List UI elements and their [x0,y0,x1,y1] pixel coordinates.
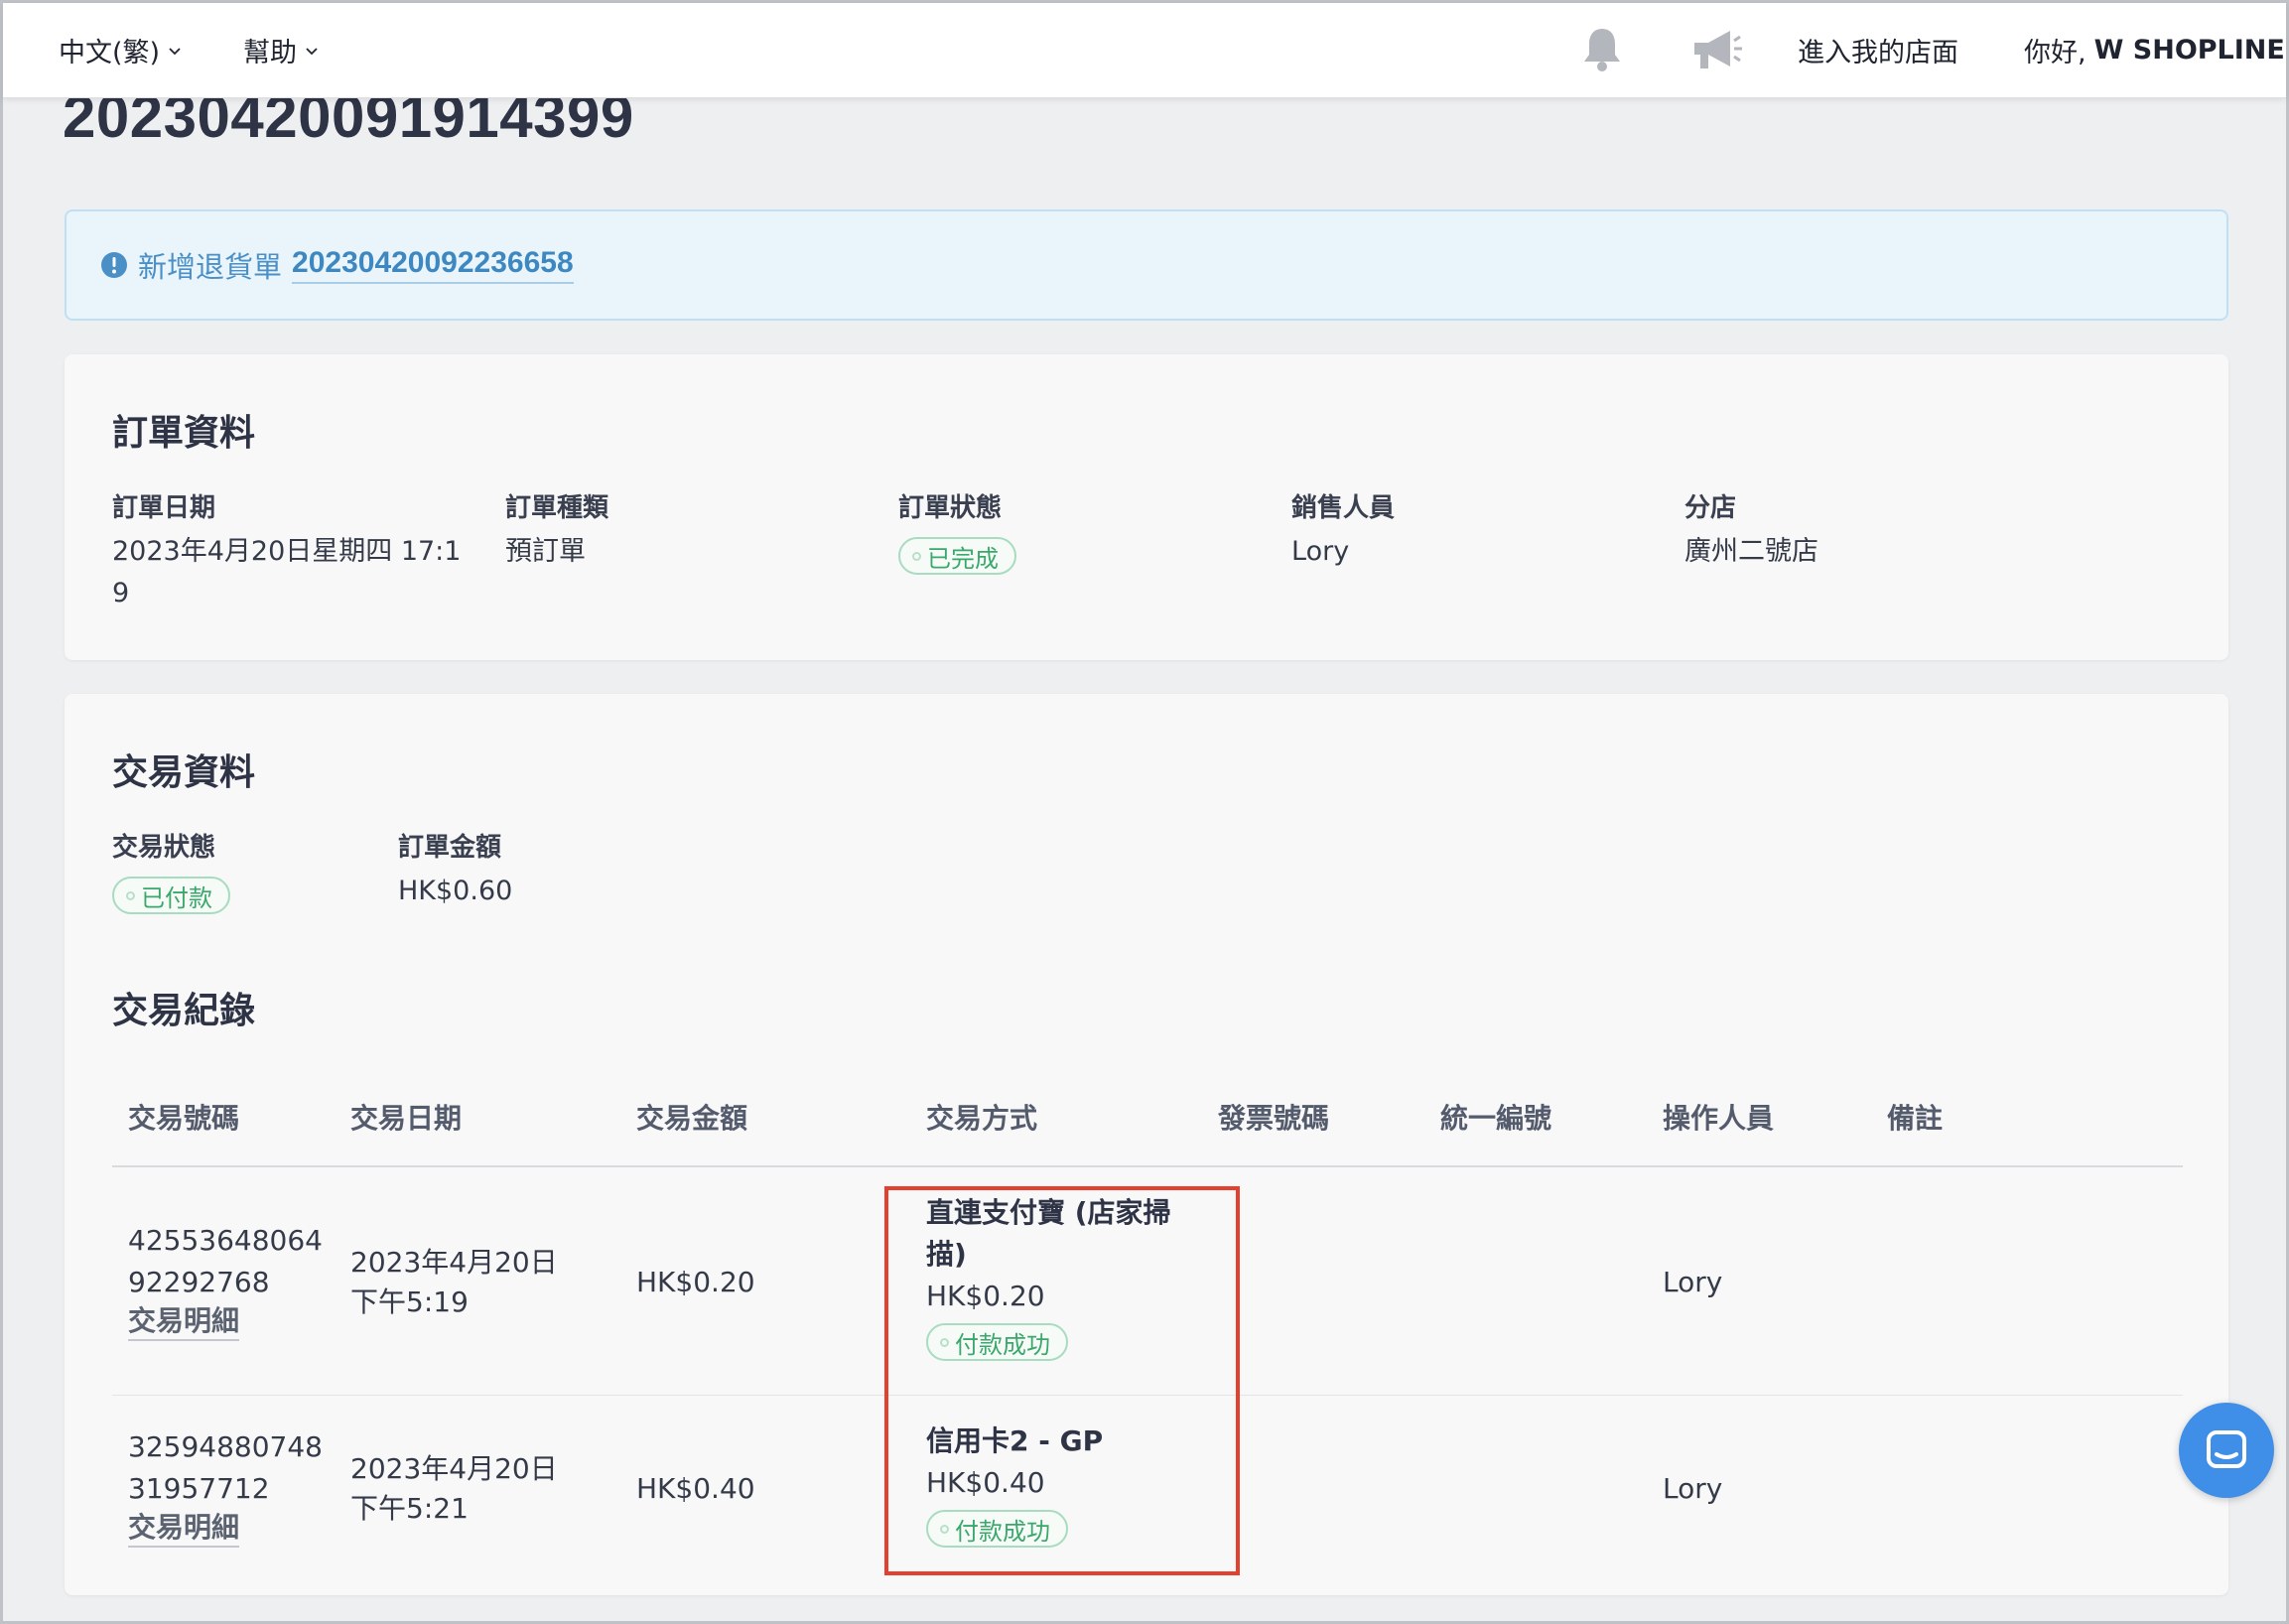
transaction-amount: HK$0.20 [636,1266,755,1298]
enter-store-label: 進入我的店面 [1798,38,1958,68]
table-header-divider [112,1165,2183,1167]
payment-status-text: 付款成功 [955,1517,1050,1546]
top-navbar: 中文(繁) 幫助 進入我的店面 你好, W SHOPLINE [3,3,2286,98]
col-header-invoice: 發票號碼 [1218,1102,1330,1135]
transaction-number-line: 32594880748 [128,1430,323,1463]
language-dropdown[interactable]: 中文(繁) [59,31,182,69]
user-name: W SHOPLINE [2093,35,2285,66]
transaction-number-line: 92292768 [128,1266,270,1298]
col-header-method: 交易方式 [926,1102,1038,1135]
return-alert: 新增退貨單 20230420092236658 [65,209,2228,321]
order-status-value: 已完成 [927,544,999,573]
transaction-records-title: 交易紀錄 [112,991,256,1031]
salesperson-label: 銷售人員 [1291,493,1396,523]
transaction-info-title: 交易資料 [112,752,256,793]
order-date-value: 2023年4月20日星期四 17:1 9 [112,531,470,614]
payment-method-amount: HK$0.20 [926,1280,1045,1312]
transaction-amount: HK$0.40 [636,1472,755,1505]
transaction-number-line: 42553648064 [128,1224,323,1257]
user-menu[interactable]: 你好, W SHOPLINE [2024,31,2289,69]
transaction-date-line: 下午5:19 [350,1286,469,1318]
order-info-title: 訂單資料 [112,413,256,454]
col-header-number: 交易號碼 [128,1102,240,1135]
status-dot [912,551,921,561]
enter-store-link[interactable]: 進入我的店面 [1798,31,1958,69]
transaction-date-line: 2023年4月20日 [350,1246,558,1279]
payment-status-badge: 付款成功 [926,1323,1068,1361]
operator-name: Lory [1663,1266,1723,1298]
payment-method-name: 描) [926,1238,967,1271]
payment-method-name: 信用卡2 - GP [926,1424,1104,1457]
alert-text: 新增退貨單 [138,250,283,284]
order-status-badge: 已完成 [898,537,1016,575]
col-header-date: 交易日期 [350,1102,463,1135]
order-amount-label: 訂單金額 [398,833,502,863]
operator-name: Lory [1663,1472,1723,1505]
order-date-line: 2023年4月20日星期四 17:1 [112,536,462,567]
payment-method-name: 直連支付寶 (店家掃 [926,1196,1171,1229]
col-header-remarks: 備註 [1887,1102,1944,1135]
col-header-tax-id: 統一編號 [1440,1102,1552,1135]
transaction-status-label: 交易狀態 [112,833,216,863]
transaction-date-line: 下午5:21 [350,1492,469,1525]
bell-icon[interactable] [1575,23,1629,76]
help-dropdown[interactable]: 幫助 [243,31,319,69]
status-dot [940,1337,949,1347]
language-label: 中文(繁) [59,38,161,68]
greeting-text: 你好, [2024,38,2087,68]
chat-launcher-button[interactable] [2179,1403,2274,1498]
transaction-detail-link[interactable]: 交易明細 [128,1510,240,1548]
status-dot [126,890,135,900]
chevron-down-icon [306,47,318,55]
salesperson-value: Lory [1291,536,1350,567]
col-header-amount: 交易金額 [636,1102,748,1135]
transaction-detail-link[interactable]: 交易明細 [128,1303,240,1341]
order-status-label: 訂單狀態 [898,493,1003,523]
row-divider [112,1395,2183,1396]
chat-icon [2207,1430,2246,1468]
transaction-date-line: 2023年4月20日 [350,1452,558,1485]
chevron-down-icon [169,47,181,55]
transaction-number-line: 31957712 [128,1472,270,1505]
status-dot [940,1524,949,1534]
payment-status-text: 付款成功 [955,1330,1050,1359]
return-order-link[interactable]: 20230420092236658 [292,246,574,284]
order-amount-value: HK$0.60 [398,876,513,906]
order-type-label: 訂單種類 [505,493,609,523]
help-label: 幫助 [243,38,297,68]
transaction-status-badge: 已付款 [112,877,230,914]
col-header-operator: 操作人員 [1663,1102,1775,1135]
payment-status-badge: 付款成功 [926,1510,1068,1548]
branch-label: 分店 [1684,493,1737,523]
payment-method-amount: HK$0.40 [926,1466,1045,1499]
transaction-status-value: 已付款 [141,883,212,912]
info-icon [101,252,127,278]
order-type-value: 預訂單 [505,536,586,567]
branch-value: 廣州二號店 [1684,536,1818,567]
order-date-line: 9 [112,578,130,609]
megaphone-icon[interactable] [1686,23,1746,76]
order-date-label: 訂單日期 [112,493,216,523]
